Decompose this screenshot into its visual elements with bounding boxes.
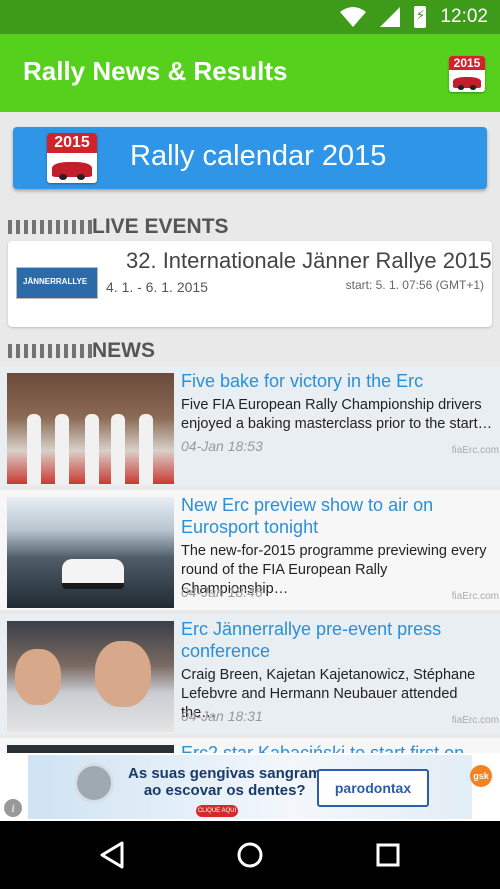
news-source: fiaErc.com: [451, 591, 499, 602]
ad-headline: As suas gengivas sangram ao escovar os d…: [128, 765, 321, 799]
news-source: fiaErc.com: [451, 715, 499, 726]
live-events-heading: LIVE EVENTS: [8, 215, 229, 239]
live-event-card[interactable]: JÄNNERRALLYE 32. Internationale Jänner R…: [8, 241, 492, 327]
news-time: 04-Jan 18:46: [181, 584, 263, 600]
news-label: NEWS: [92, 339, 155, 362]
ad-info-icon[interactable]: i: [4, 799, 22, 817]
calendar-2015-icon: 2015: [47, 133, 97, 183]
ad-creative[interactable]: As suas gengivas sangram ao escovar os d…: [28, 755, 492, 819]
rally-calendar-button[interactable]: 2015 Rally calendar 2015: [13, 127, 487, 189]
news-title: New Erc preview show to air on Eurosport…: [181, 494, 433, 538]
status-time: 12:02: [440, 6, 488, 27]
news-thumbnail: [7, 497, 174, 608]
news-description: Five FIA European Rally Championship dri…: [181, 397, 493, 432]
sink-drain-image: [74, 763, 114, 803]
status-bar: 12:02: [0, 0, 500, 34]
battery-charging-icon: [414, 6, 427, 28]
back-icon[interactable]: [96, 839, 128, 871]
cell-signal-icon: [380, 7, 401, 27]
ad-headline-line: ao escovar os dentes?: [143, 782, 306, 799]
news-title: Five bake for victory in the Erc: [181, 371, 424, 391]
news-title-line: Erc Jännerrallye pre-event press: [181, 619, 442, 639]
ad-cta-button[interactable]: CLIQUE AQUI: [196, 805, 238, 817]
home-icon[interactable]: [234, 839, 266, 871]
news-item[interactable]: Erc Jännerrallye pre-event press confere…: [0, 614, 500, 734]
news-item[interactable]: New Erc preview show to air on Eurosport…: [0, 490, 500, 610]
event-logo: JÄNNERRALLYE: [16, 267, 98, 299]
news-source: fiaErc.com: [451, 445, 499, 456]
news-title: Erc Jännerrallye pre-event press confere…: [181, 618, 441, 662]
news-thumbnail: [7, 621, 174, 732]
calendar-year: 2015: [54, 134, 90, 151]
live-event-title: 32. Internationale Jänner Rallye 2015: [126, 248, 492, 273]
live-event-start: start: 5. 1. 07:56 (GMT+1): [345, 278, 484, 292]
rally-calendar-label: Rally calendar 2015: [130, 140, 387, 172]
ad-headline-line: As suas gengivas sangram: [128, 765, 322, 782]
news-title-line: New Erc preview show to air on: [181, 495, 434, 515]
navigation-bar: [0, 821, 500, 889]
calendar-year: 2015: [453, 56, 481, 70]
news-item[interactable]: Five bake for victory in the Erc Five FI…: [0, 366, 500, 486]
ad-product: parodontax: [317, 769, 429, 807]
news-thumbnail: [7, 373, 174, 484]
checkered-flag-icon: [8, 220, 92, 234]
news-title-line: conference: [181, 641, 271, 661]
ad-banner[interactable]: As suas gengivas sangram ao escovar os d…: [0, 753, 500, 821]
checkered-flag-icon: [8, 344, 92, 358]
recents-icon[interactable]: [372, 839, 404, 871]
app-title: Rally News & Results: [23, 56, 288, 86]
news-heading: NEWS: [8, 339, 155, 363]
news-time: 04-Jan 18:53: [181, 438, 263, 454]
live-event-dates: 4. 1. - 6. 1. 2015: [106, 279, 208, 295]
news-title-line: Eurosport tonight: [181, 517, 319, 537]
wifi-icon: [340, 7, 367, 27]
event-logo-text: JÄNNERRALLYE: [23, 277, 88, 286]
live-events-label: LIVE EVENTS: [92, 215, 229, 238]
calendar-2015-icon[interactable]: 2015: [449, 56, 485, 92]
app-bar: Rally News & Results 2015: [0, 34, 500, 112]
news-time: 04-Jan 18:31: [181, 708, 263, 724]
gsk-logo: gsk: [470, 765, 492, 787]
